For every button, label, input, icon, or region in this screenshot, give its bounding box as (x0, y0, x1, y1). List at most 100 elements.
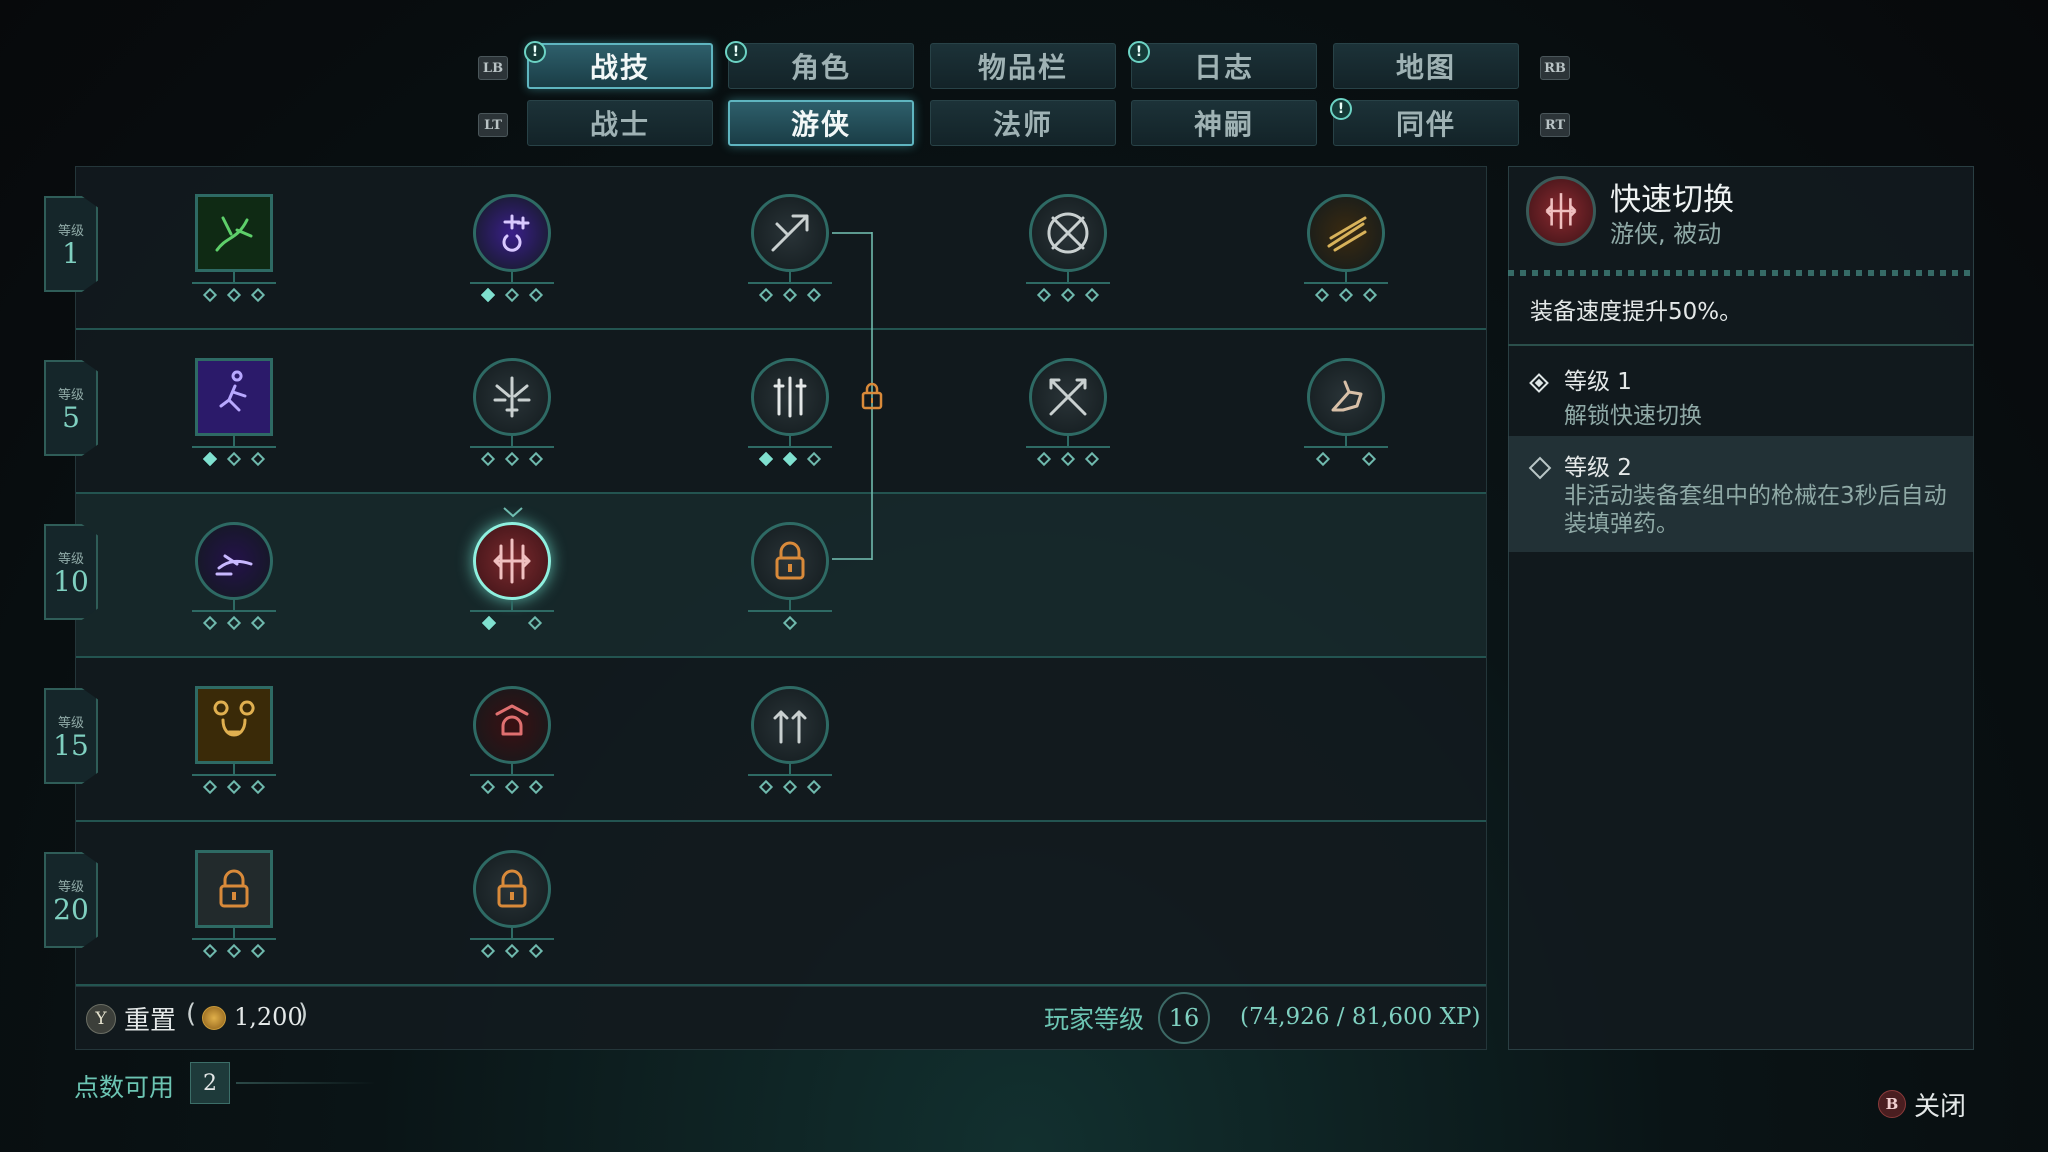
shadow-dash-icon[interactable] (195, 522, 273, 600)
level-tier-number: 15 (53, 728, 89, 762)
xp-progress-text: (74,926 / 81,600 XP) (1240, 1004, 1481, 1030)
rank-pip-empty (1362, 287, 1378, 303)
green-vine-square-icon-glyph (215, 216, 253, 252)
rank-pip-empty (782, 615, 798, 631)
skill-stem (789, 764, 791, 774)
skill-connector (832, 558, 872, 560)
rank-pip-empty (250, 779, 266, 795)
rank-pip-empty (480, 943, 496, 959)
purple-flask-icon[interactable] (473, 194, 551, 272)
skill-stem (789, 600, 791, 610)
tab-fighter[interactable]: 战士 (527, 100, 713, 146)
skill-rank-pips (1286, 451, 1406, 472)
weapon-rack-icon[interactable] (751, 358, 829, 436)
skill-stem (511, 272, 513, 282)
level-tier-label: 等级 (57, 223, 84, 239)
locked-square-icon-glyph (219, 869, 249, 908)
skill-rank-pips (730, 615, 850, 636)
piercing-shot-icon[interactable] (751, 194, 829, 272)
locked-skill-icon[interactable] (751, 522, 829, 600)
tab-companions[interactable]: 同伴 (1333, 100, 1519, 146)
skill-stem (233, 272, 235, 282)
rank-pip-empty (250, 451, 266, 467)
rank-2-entry: 等级 2 非活动装备套组中的枪械在3秒后自动装填弹药。 (1508, 436, 1974, 552)
locked-skill-icon-glyph (775, 541, 805, 580)
tab-ranger[interactable]: 游侠 (728, 100, 914, 146)
gold-volley-icon[interactable] (1307, 194, 1385, 272)
skill-base-line (192, 610, 276, 612)
tab-map[interactable]: 地图 (1333, 43, 1519, 89)
skill-rank-pips (730, 779, 850, 800)
detail-divider (1508, 270, 1974, 276)
reset-button[interactable]: 重置 (124, 1000, 176, 1037)
skill-rank-pips (452, 943, 572, 964)
points-divider (236, 1082, 376, 1084)
skill-rank-pips (452, 779, 572, 800)
skill-rank-pips (1286, 287, 1406, 308)
skill-base-line (1304, 446, 1388, 448)
crossed-arrows-icon[interactable] (1029, 358, 1107, 436)
red-skull-icon[interactable] (473, 686, 551, 764)
rank-title: 等级 2 (1564, 455, 1632, 481)
rank-pip-empty (758, 779, 774, 795)
b-button-icon[interactable]: B (1878, 1090, 1906, 1118)
skill-connector (832, 232, 872, 234)
level-tier-label: 等级 (57, 551, 84, 567)
rank-pip-empty (226, 943, 242, 959)
lt-trigger-icon[interactable]: LT (478, 113, 508, 137)
tab-character[interactable]: 角色 (728, 43, 914, 89)
tab-journal[interactable]: 日志 (1131, 43, 1317, 89)
level-tier-tag: 等级 10 (44, 524, 98, 620)
rb-bumper-icon[interactable]: RB (1540, 56, 1570, 80)
green-vine-square-icon[interactable] (195, 194, 273, 272)
coin-icon (202, 1006, 226, 1030)
row-divider (76, 656, 1486, 658)
skill-base-line (470, 282, 554, 284)
close-button[interactable]: 关闭 (1914, 1086, 1966, 1123)
gauntlet-strike-icon[interactable] (1307, 358, 1385, 436)
locked-round-icon[interactable] (473, 850, 551, 928)
skill-stem (511, 764, 513, 774)
rank-pip-empty (226, 779, 242, 795)
rank-pip-empty (1084, 287, 1100, 303)
locked-square-icon[interactable] (195, 850, 273, 928)
skill-stem (1067, 272, 1069, 282)
skill-base-line (192, 446, 276, 448)
quick-switch-icon[interactable] (473, 522, 551, 600)
skill-base-line (748, 774, 832, 776)
skill-base-line (1304, 282, 1388, 284)
rank-pip-filled (480, 287, 496, 303)
skill-rank-pips (1008, 287, 1128, 308)
arrow-rain-icon[interactable] (751, 686, 829, 764)
bear-roar-square-icon[interactable] (195, 686, 273, 764)
reset-cost-open-paren: ( (186, 999, 197, 1029)
level-tier-label: 等级 (57, 387, 84, 403)
rank-pip-empty (202, 287, 218, 303)
dagger-burst-icon[interactable] (473, 358, 551, 436)
rank-pip-empty (226, 287, 242, 303)
rank-pip-empty (504, 287, 520, 303)
rt-trigger-icon[interactable]: RT (1540, 113, 1570, 137)
crossbow-target-icon[interactable] (1029, 194, 1107, 272)
rank-pip-empty (528, 943, 544, 959)
rank-pip-filled (202, 451, 218, 467)
detail-divider (1508, 344, 1974, 346)
rank-pip-empty (1338, 287, 1354, 303)
rank-pip-empty (226, 451, 242, 467)
skill-stem (789, 436, 791, 446)
skill-base-line (470, 446, 554, 448)
rank-1-entry: 等级 1 解锁快速切换 (1508, 350, 1974, 434)
lb-bumper-icon[interactable]: LB (478, 56, 508, 80)
bear-roar-square-icon-glyph (213, 700, 255, 737)
tab-godlike[interactable]: 神嗣 (1131, 100, 1317, 146)
tab-mage[interactable]: 法师 (930, 100, 1116, 146)
level-tier-number: 10 (53, 564, 89, 598)
rank-pip-empty (806, 779, 822, 795)
y-button-icon[interactable]: Y (86, 1004, 116, 1034)
rank-pip-empty (504, 779, 520, 795)
purple-dash-square-icon[interactable] (195, 358, 273, 436)
tab-inventory[interactable]: 物品栏 (930, 43, 1116, 89)
rank-filled-icon (1529, 373, 1549, 393)
tab-combat-skills[interactable]: 战技 (527, 43, 713, 89)
skill-stem (511, 928, 513, 938)
